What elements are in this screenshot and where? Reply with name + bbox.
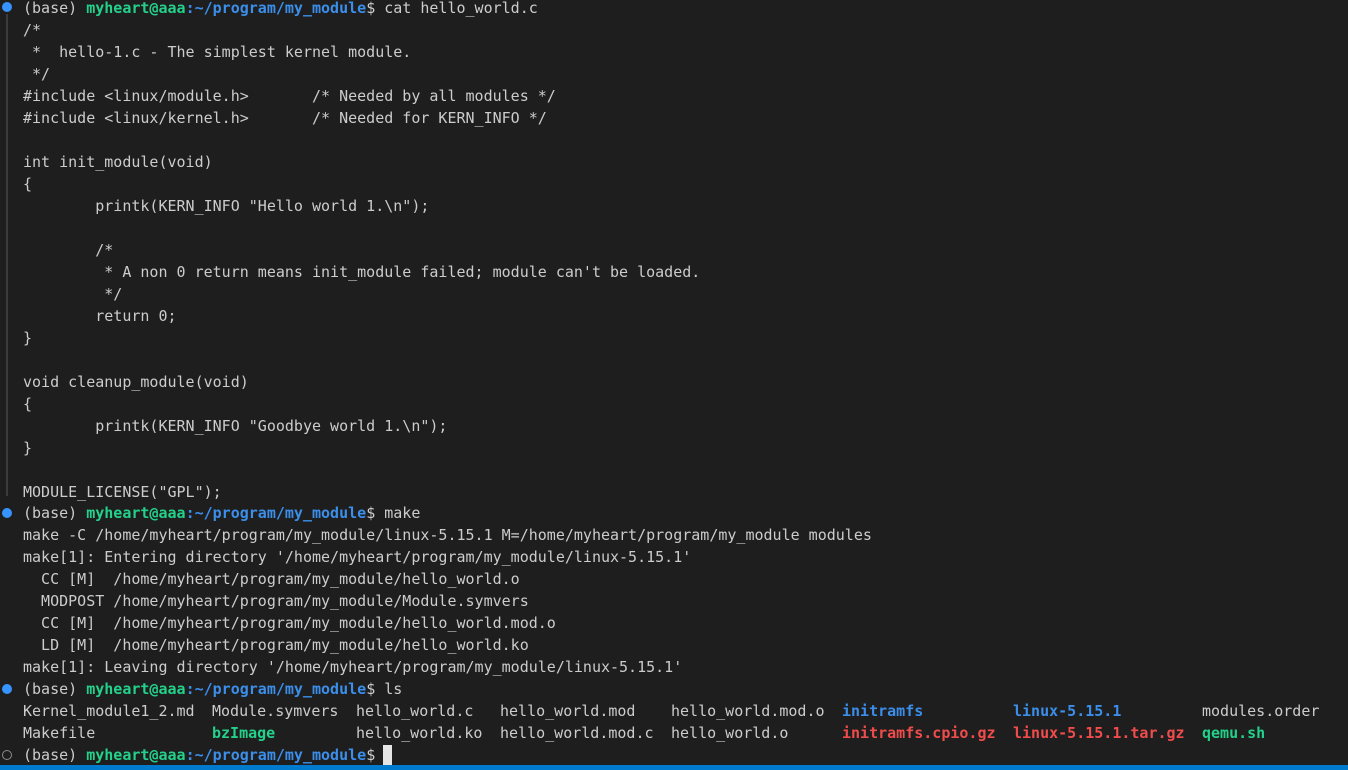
source-line: } [23,439,33,457]
command-text: cat hello_world.c [384,0,538,17]
ls-entry: linux-5.15.1.tar.gz [1013,724,1185,742]
ls-entry: bzImage [212,724,276,742]
user-host: myheart@aaa [86,680,186,698]
make-output-line: MODPOST /home/myheart/program/my_module/… [23,592,529,610]
source-line: * A non 0 return means init_module faile… [23,263,701,281]
source-line: /* [23,21,42,39]
make-output-line: CC [M] /home/myheart/program/my_module/h… [23,614,556,632]
ls-entry: hello_world.ko [356,724,483,742]
terminal[interactable]: (base) myheart@aaa:~/program/my_module$ … [0,0,1348,770]
prompt-symbol: $ [366,746,385,764]
source-line: MODULE_LICENSE("GPL"); [23,483,222,501]
command-pending-icon[interactable] [2,750,12,760]
cwd-path: :~/program/my_module [185,746,367,764]
source-line: printk(KERN_INFO "Hello world 1.\n"); [23,197,430,215]
source-line: { [23,395,33,413]
ls-entry: Kernel_module1_2.md [23,702,195,720]
command-success-icon[interactable] [2,508,12,518]
command-block-bar [6,14,8,496]
ls-entry: Makefile [23,724,96,742]
command-text: ls [384,680,403,698]
user-host: myheart@aaa [86,746,186,764]
source-line: void cleanup_module(void) [23,373,249,391]
source-line: */ [23,285,123,303]
prompt-line: (base) myheart@aaa:~/program/my_module$ … [23,502,420,524]
ls-entry: hello_world.mod [500,702,636,720]
source-line: #include <linux/module.h> /* Needed by a… [23,87,556,105]
source-line: printk(KERN_INFO "Goodbye world 1.\n"); [23,417,448,435]
source-line: * hello-1.c - The simplest kernel module… [23,43,412,61]
cwd-path: :~/program/my_module [185,504,367,522]
make-output-line: make[1]: Leaving directory '/home/myhear… [23,658,683,676]
source-line: { [23,175,33,193]
prompt-symbol: $ [366,504,385,522]
conda-env: (base) [23,746,87,764]
make-output-line: LD [M] /home/myheart/program/my_module/h… [23,636,529,654]
conda-env: (base) [23,0,87,17]
prompt-line: (base) myheart@aaa:~/program/my_module$ … [23,678,402,700]
prompt-symbol: $ [366,680,385,698]
cwd-path: :~/program/my_module [185,680,367,698]
make-output-line: make[1]: Entering directory '/home/myhea… [23,548,692,566]
command-success-icon[interactable] [2,684,12,694]
conda-env: (base) [23,504,87,522]
make-output-line: make -C /home/myheart/program/my_module/… [23,526,872,544]
ls-entry: hello_world.mod.c [500,724,654,742]
command-success-icon[interactable] [2,2,12,12]
ls-entry: modules.order [1202,702,1320,720]
user-host: myheart@aaa [86,0,186,17]
conda-env: (base) [23,680,87,698]
ls-entry: Module.symvers [212,702,339,720]
ls-entry: hello_world.c [356,702,474,720]
user-host: myheart@aaa [86,504,186,522]
make-output-line: CC [M] /home/myheart/program/my_module/h… [23,570,520,588]
ls-entry: qemu.sh [1202,724,1266,742]
prompt-line: (base) myheart@aaa:~/program/my_module$ … [23,0,538,19]
ls-entry: initramfs.cpio.gz [842,724,996,742]
source-line: /* [23,241,114,259]
ls-entry: hello_world.mod.o [671,702,825,720]
source-line: int init_module(void) [23,153,213,171]
status-bar [0,765,1348,770]
command-text: make [384,504,421,522]
prompt-symbol: $ [366,0,385,17]
ls-entry: hello_world.o [671,724,789,742]
prompt-line: (base) myheart@aaa:~/program/my_module$ [23,744,384,766]
ls-entry: initramfs [842,702,924,720]
ls-entry: linux-5.15.1 [1013,702,1122,720]
text-cursor[interactable] [383,745,392,765]
cwd-path: :~/program/my_module [185,0,367,17]
source-line: #include <linux/kernel.h> /* Needed for … [23,109,547,127]
source-line: return 0; [23,307,177,325]
source-line: } [23,329,33,347]
source-line: */ [23,65,51,83]
